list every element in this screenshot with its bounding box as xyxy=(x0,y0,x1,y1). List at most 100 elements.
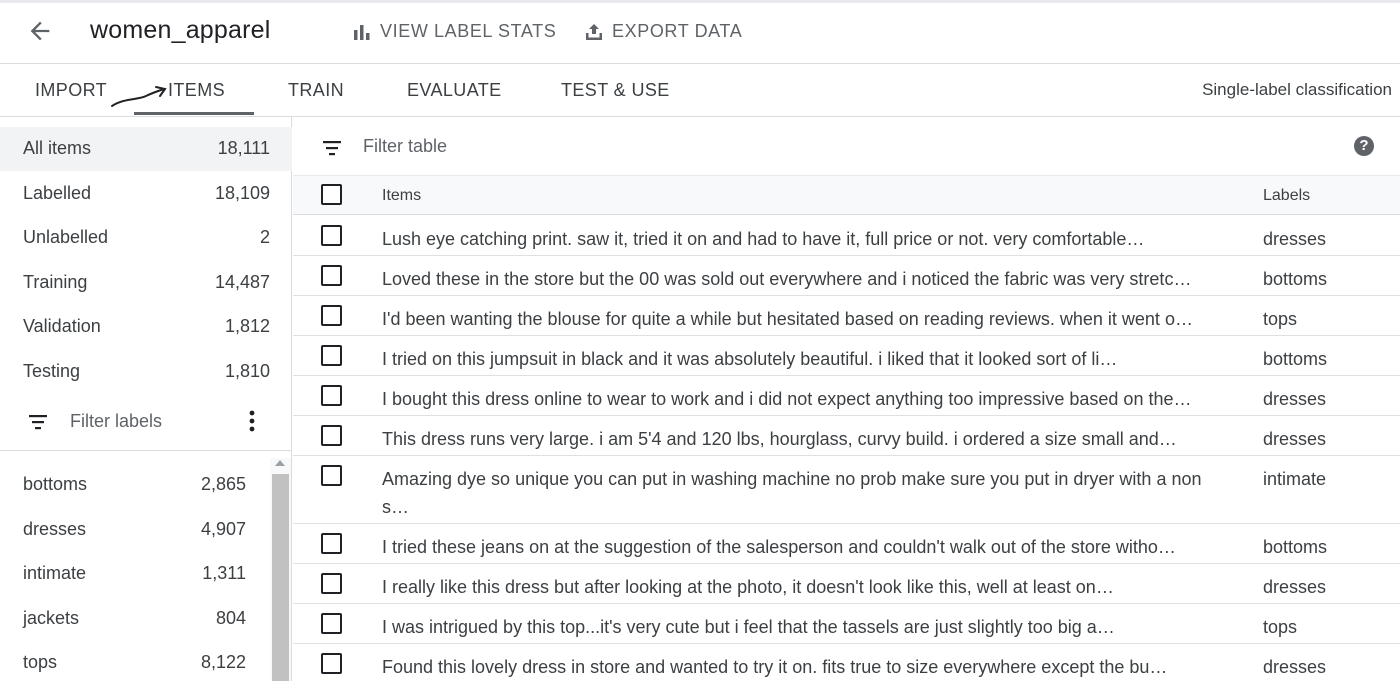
filter-labels-input[interactable]: Filter labels xyxy=(70,411,162,432)
row-checkbox[interactable] xyxy=(321,225,342,246)
label-item-bottoms[interactable]: bottoms 2,865 xyxy=(0,463,270,507)
table-row[interactable]: Lush eye catching print. saw it, tried i… xyxy=(293,216,1400,256)
sidebar-item-validation[interactable]: Validation 1,812 xyxy=(0,305,292,349)
sidebar-item-all-items[interactable]: All items 18,111 xyxy=(0,127,292,171)
table-row[interactable]: Found this lovely dress in store and wan… xyxy=(293,644,1400,681)
row-checkbox[interactable] xyxy=(321,265,342,286)
item-text[interactable]: I'd been wanting the blouse for quite a … xyxy=(382,305,1212,333)
item-text[interactable]: This dress runs very large. i am 5'4 and… xyxy=(382,425,1212,453)
scrollbar-thumb[interactable] xyxy=(272,474,289,681)
active-tab-indicator xyxy=(134,112,254,115)
sidebar-item-label: All items xyxy=(23,138,92,158)
sidebar-item-labelled[interactable]: Labelled 18,109 xyxy=(0,172,292,216)
item-label: bottoms xyxy=(1263,349,1328,369)
table-row[interactable]: Loved these in the store but the 00 was … xyxy=(293,256,1400,296)
filter-icon[interactable] xyxy=(322,140,342,161)
sidebar-item-label: Training xyxy=(23,272,88,292)
row-checkbox[interactable] xyxy=(321,573,342,594)
row-checkbox[interactable] xyxy=(321,305,342,326)
table-header: Items Labels xyxy=(293,175,1400,215)
sidebar-item-label: Unlabelled xyxy=(23,227,109,247)
label-name: bottoms xyxy=(23,474,88,494)
tab-bar: IMPORT ITEMS TRAIN EVALUATE TEST & USE S… xyxy=(0,64,1400,117)
item-text[interactable]: I was intrigued by this top...it's very … xyxy=(382,613,1212,641)
filter-table-input[interactable]: Filter table xyxy=(363,136,447,157)
export-data-label: EXPORT DATA xyxy=(612,21,743,41)
items-table-panel: Filter table ? Items Labels Lush eye cat… xyxy=(293,117,1400,681)
sidebar-item-count: 1,810 xyxy=(224,361,270,381)
item-label: bottoms xyxy=(1263,269,1328,289)
sidebar-item-label: Validation xyxy=(23,316,101,336)
item-text[interactable]: I really like this dress but after looki… xyxy=(382,573,1212,601)
view-label-stats-button[interactable]: VIEW LABEL STATS xyxy=(352,21,556,42)
select-all-checkbox[interactable] xyxy=(321,184,342,205)
item-label: bottoms xyxy=(1263,537,1328,557)
table-row[interactable]: I'd been wanting the blouse for quite a … xyxy=(293,296,1400,336)
arrow-back-icon[interactable] xyxy=(26,17,54,45)
sidebar-item-unlabelled[interactable]: Unlabelled 2 xyxy=(0,216,292,260)
more-vert-icon[interactable] xyxy=(248,410,256,437)
column-header-items[interactable]: Items xyxy=(382,187,421,205)
tab-test-use[interactable]: TEST & USE xyxy=(561,80,670,101)
item-text[interactable]: Amazing dye so unique you can put in was… xyxy=(382,465,1212,521)
tab-import[interactable]: IMPORT xyxy=(35,80,107,101)
row-checkbox[interactable] xyxy=(321,653,342,674)
table-row[interactable]: I was intrigued by this top...it's very … xyxy=(293,604,1400,644)
label-count: 804 xyxy=(215,608,246,628)
label-item-tops[interactable]: tops 8,122 xyxy=(0,641,270,681)
column-header-labels[interactable]: Labels xyxy=(1263,187,1310,205)
sidebar-item-label: Testing xyxy=(23,361,81,381)
item-text[interactable]: Lush eye catching print. saw it, tried i… xyxy=(382,225,1212,253)
row-checkbox[interactable] xyxy=(321,465,342,486)
item-text[interactable]: Found this lovely dress in store and wan… xyxy=(382,653,1212,681)
table-row[interactable]: I really like this dress but after looki… xyxy=(293,564,1400,604)
sidebar-item-training[interactable]: Training 14,487 xyxy=(0,261,292,305)
filter-labels-bar[interactable]: Filter labels xyxy=(0,400,292,444)
item-label: dresses xyxy=(1263,429,1327,449)
label-count: 2,865 xyxy=(200,474,246,494)
sidebar-item-testing[interactable]: Testing 1,810 xyxy=(0,350,292,394)
row-checkbox[interactable] xyxy=(321,533,342,554)
row-checkbox[interactable] xyxy=(321,613,342,634)
labels-scrollbar[interactable] xyxy=(270,458,291,681)
sidebar-item-count: 14,487 xyxy=(214,272,270,292)
classification-mode: Single-label classification xyxy=(1202,80,1392,99)
label-item-jackets[interactable]: jackets 804 xyxy=(0,597,270,641)
filter-table-bar[interactable]: Filter table ? xyxy=(293,117,1400,175)
tab-items[interactable]: ITEMS xyxy=(168,80,225,101)
label-item-intimate[interactable]: intimate 1,311 xyxy=(0,552,270,596)
label-name: tops xyxy=(23,652,58,672)
dataset-title: women_apparel xyxy=(90,16,271,44)
item-text[interactable]: Loved these in the store but the 00 was … xyxy=(382,265,1212,293)
help-icon[interactable]: ? xyxy=(1354,136,1374,156)
row-checkbox[interactable] xyxy=(321,385,342,406)
export-data-button[interactable]: EXPORT DATA xyxy=(584,21,742,42)
upload-icon xyxy=(584,22,604,42)
row-checkbox[interactable] xyxy=(321,345,342,366)
table-row[interactable]: I tried these jeans on at the suggestion… xyxy=(293,524,1400,564)
label-count: 1,311 xyxy=(202,563,246,583)
item-text[interactable]: I tried these jeans on at the suggestion… xyxy=(382,533,1212,561)
tab-evaluate[interactable]: EVALUATE xyxy=(407,80,502,101)
sidebar: All items 18,111 Labelled 18,109 Unlabel… xyxy=(0,117,292,681)
row-checkbox[interactable] xyxy=(321,425,342,446)
divider xyxy=(0,450,292,451)
bar-chart-icon xyxy=(352,22,372,42)
label-name: dresses xyxy=(23,519,87,539)
sidebar-item-count: 18,109 xyxy=(214,183,270,203)
table-row[interactable]: Amazing dye so unique you can put in was… xyxy=(293,456,1400,524)
label-item-dresses[interactable]: dresses 4,907 xyxy=(0,508,270,552)
table-row[interactable]: This dress runs very large. i am 5'4 and… xyxy=(293,416,1400,456)
sidebar-item-count: 18,111 xyxy=(217,138,270,158)
filter-icon[interactable] xyxy=(28,414,48,435)
item-label: dresses xyxy=(1263,577,1327,597)
label-name: intimate xyxy=(23,563,87,583)
table-row[interactable]: I tried on this jumpsuit in black and it… xyxy=(293,336,1400,376)
view-label-stats-label: VIEW LABEL STATS xyxy=(380,21,557,41)
table-row[interactable]: I bought this dress online to wear to wo… xyxy=(293,376,1400,416)
item-text[interactable]: I bought this dress online to wear to wo… xyxy=(382,385,1212,413)
tab-train[interactable]: TRAIN xyxy=(288,80,344,101)
scroll-up-icon[interactable] xyxy=(275,460,285,466)
sidebar-item-count: 1,812 xyxy=(224,316,270,336)
item-text[interactable]: I tried on this jumpsuit in black and it… xyxy=(382,345,1212,373)
